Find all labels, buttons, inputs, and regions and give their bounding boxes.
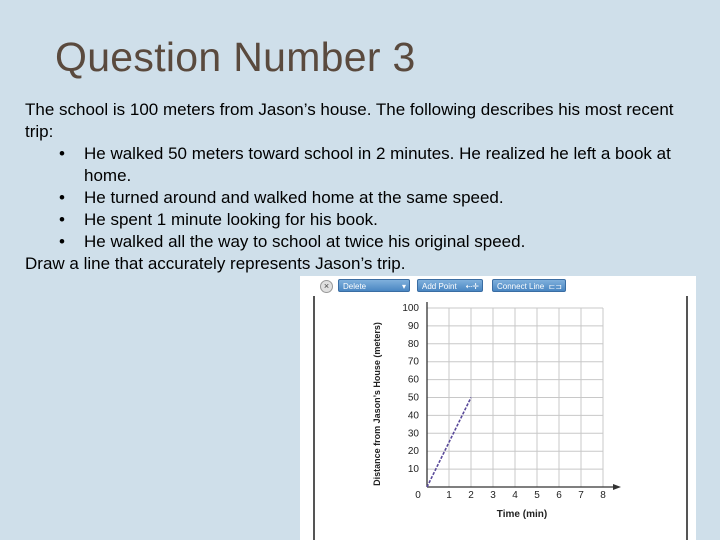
y-tick-label: 50 <box>408 393 420 404</box>
x-tick-label: 7 <box>578 490 584 501</box>
graph-panel: × Delete ▾ Add Point ⇠✛ Connect Line ⊏⊐ … <box>300 276 696 540</box>
y-tick-label: 30 <box>408 428 420 439</box>
x-tick-label: 2 <box>468 490 474 501</box>
bullet-item: He turned around and walked home at the … <box>25 187 705 209</box>
intro-text: The school is 100 meters from Jason’s ho… <box>25 100 674 141</box>
x-tick-label: 5 <box>534 490 540 501</box>
trip-bullets: He walked 50 meters toward school in 2 m… <box>25 143 705 253</box>
y-tick-label: 60 <box>408 375 420 386</box>
instruction-text: Draw a line that accurately represents J… <box>25 254 406 273</box>
x-axis-arrow-icon <box>613 484 621 490</box>
bullet-item: He spent 1 minute looking for his book. <box>25 209 705 231</box>
x-tick-label: 1 <box>446 490 452 501</box>
bullet-item: He walked all the way to school at twice… <box>25 231 705 253</box>
x-tick-label: 4 <box>512 490 518 501</box>
x-tick-label: 6 <box>556 490 562 501</box>
y-tick-label: 10 <box>408 464 420 475</box>
y-tick-label: 70 <box>408 357 420 368</box>
distance-time-chart[interactable]: 10 20 30 40 50 60 70 80 90 100 0 1 2 3 4 5 6 7 8 Distance … <box>300 276 696 540</box>
x-axis-label: Time (min) <box>497 509 547 520</box>
slide-title: Question Number 3 <box>55 34 416 80</box>
x-tick-label: 0 <box>415 490 421 501</box>
x-tick-label: 3 <box>490 490 496 501</box>
y-tick-label: 90 <box>408 321 420 332</box>
y-tick-label: 100 <box>402 303 419 314</box>
question-text: The school is 100 meters from Jason’s ho… <box>25 99 705 275</box>
bullet-item: He walked 50 meters toward school in 2 m… <box>25 143 705 187</box>
y-tick-label: 20 <box>408 446 420 457</box>
y-tick-label: 80 <box>408 339 420 350</box>
y-axis-label: Distance from Jason’s House (meters) <box>372 322 382 486</box>
x-tick-label: 8 <box>600 490 606 501</box>
y-tick-label: 40 <box>408 410 420 421</box>
